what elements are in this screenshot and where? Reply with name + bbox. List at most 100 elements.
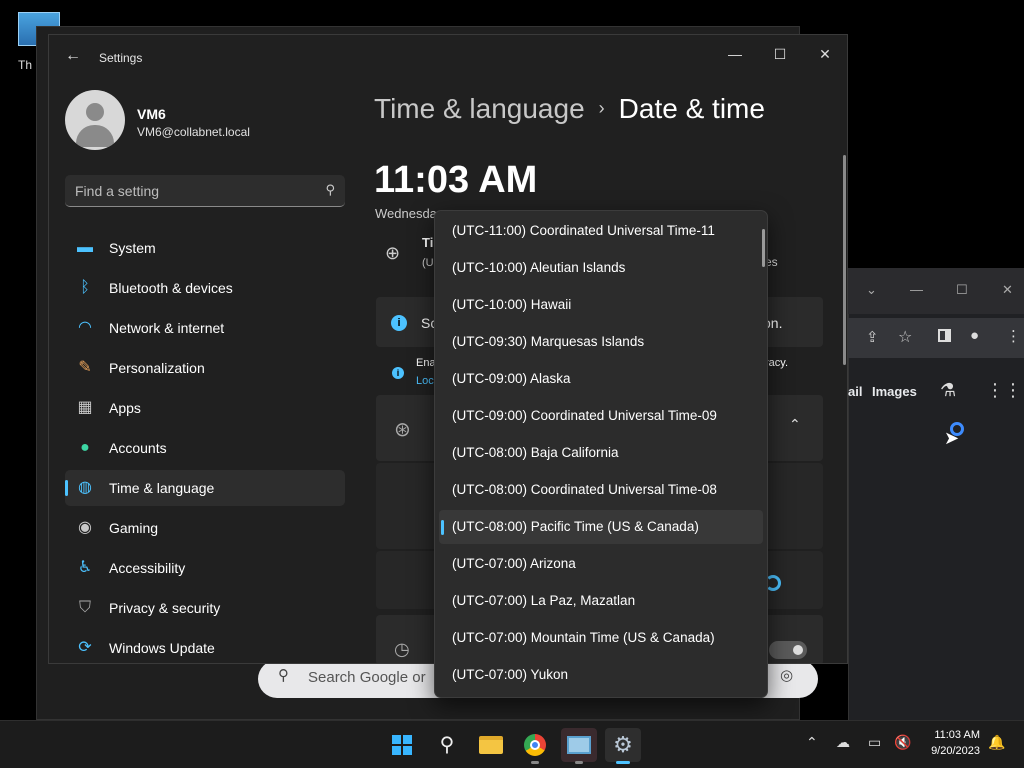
current-date: Wednesda [375, 206, 437, 221]
sidebar-item-network-internet[interactable]: ◠ Network & internet [65, 310, 345, 346]
side-panel-icon[interactable] [938, 329, 951, 342]
time-zone-dropdown[interactable]: (UTC-11:00) Coordinated Universal Time-1… [434, 210, 768, 698]
selected-indicator [441, 520, 444, 535]
taskbar-search-button[interactable]: ⚲ [429, 728, 465, 762]
google-search-placeholder[interactable]: Search Google or [308, 669, 426, 686]
google-apps-icon[interactable]: ⋮⋮⋮ [986, 380, 1024, 401]
time-zone-option[interactable]: (UTC-07:00) La Paz, Mazatlan [439, 584, 763, 618]
sidebar-item-system[interactable]: ▬ System [65, 230, 345, 266]
clock-icon: ◷ [394, 639, 410, 659]
search-icon[interactable]: ⚲ [325, 182, 335, 198]
find-setting-input[interactable] [75, 183, 305, 199]
gear-icon: ⚙ [613, 732, 633, 757]
minimize-button[interactable]: — [715, 41, 755, 67]
google-search-icon: ⚲ [278, 667, 289, 684]
sidebar-item-label: Bluetooth & devices [109, 280, 233, 296]
location-settings-link[interactable]: Loc [416, 375, 434, 387]
wifi-icon: ◠ [78, 319, 92, 336]
notification-bell-icon[interactable]: 🔔 [988, 734, 1005, 751]
back-arrow-icon[interactable]: ← [63, 47, 83, 67]
update-icon: ⟳ [78, 639, 92, 656]
chrome-button[interactable] [517, 728, 553, 764]
apps-icon: ▦ [77, 399, 93, 416]
sidebar-item-personalization[interactable]: ✎ Personalization [65, 350, 345, 386]
time-zone-option[interactable]: (UTC-08:00) Pacific Time (US & Canada) [439, 510, 763, 544]
time-zone-option[interactable]: (UTC-07:00) Mountain Time (US & Canada) [439, 621, 763, 655]
sidebar-item-label: Accessibility [109, 560, 186, 576]
info-small-icon: i [392, 367, 404, 379]
network-icon[interactable]: ▭ [868, 734, 881, 751]
taskbar-clock-time[interactable]: 11:03 AM [930, 729, 980, 741]
content-scrollbar[interactable] [843, 155, 846, 365]
time-zone-icon: ⊛ [394, 419, 411, 441]
time-zone-option[interactable]: (UTC-07:00) Yukon [439, 658, 763, 692]
time-zone-option-label: (UTC-10:00) Aleutian Islands [452, 260, 626, 275]
breadcrumb-parent[interactable]: Time & language [374, 93, 585, 124]
show-hidden-icons-chevron-icon[interactable]: ⌃ [806, 734, 818, 751]
chevron-up-icon[interactable]: ⌃ [789, 416, 801, 433]
globe-clock-icon: ⊕ [385, 243, 401, 263]
sidebar-item-time-language[interactable]: ◍ Time & language [65, 470, 345, 506]
find-setting-box[interactable]: ⚲ [65, 175, 345, 207]
time-zone-option[interactable]: (UTC-09:00) Coordinated Universal Time-0… [439, 399, 763, 433]
volume-muted-icon[interactable]: 🔇 [894, 734, 911, 751]
time-zone-option[interactable]: (UTC-11:00) Coordinated Universal Time-1… [439, 214, 763, 248]
task-manager-button[interactable] [561, 728, 597, 764]
sidebar-item-accounts[interactable]: ● Accounts [65, 430, 345, 466]
time-zone-option-label: (UTC-09:00) Coordinated Universal Time-0… [452, 408, 717, 423]
google-lens-icon[interactable]: ◎ [780, 666, 793, 684]
time-zone-option-label: (UTC-09:30) Marquesas Islands [452, 334, 645, 349]
sidebar-item-apps[interactable]: ▦ Apps [65, 390, 345, 426]
time-zone-option[interactable]: (UTC-08:00) Baja California [439, 436, 763, 470]
time-zone-option[interactable]: (UTC-10:00) Aleutian Islands [439, 251, 763, 285]
taskbar-clock-date[interactable]: 9/20/2023 [920, 745, 980, 757]
close-button[interactable]: ✕ [805, 41, 845, 67]
search-icon: ⚲ [439, 734, 455, 756]
sidebar-item-label: Time & language [109, 480, 215, 496]
chrome-maximize-button[interactable]: ☐ [956, 282, 968, 298]
info-icon: i [391, 315, 407, 331]
sidebar-item-privacy-security[interactable]: ⛉ Privacy & security [65, 590, 345, 626]
avatar[interactable] [65, 90, 125, 150]
profile-icon[interactable]: ● [970, 327, 979, 344]
chrome-tab-search-icon[interactable]: ⌄ [866, 282, 877, 298]
sidebar-item-windows-update[interactable]: ⟳ Windows Update [65, 630, 345, 663]
location-notice-text: Ena [416, 357, 436, 369]
chrome-close-button[interactable]: ✕ [1002, 282, 1013, 298]
share-icon[interactable]: ⇪ [866, 328, 879, 346]
maximize-button[interactable]: ☐ [760, 41, 800, 67]
sidebar-item-accessibility[interactable]: ♿ Accessibility [65, 550, 345, 586]
time-zone-option[interactable]: (UTC-08:00) Coordinated Universal Time-0… [439, 473, 763, 507]
file-explorer-button[interactable] [473, 728, 509, 762]
time-zone-option[interactable]: (UTC-09:00) Alaska [439, 362, 763, 396]
breadcrumb: Time & language › Date & time [374, 93, 765, 125]
timezone-row-title: Ti [422, 235, 434, 250]
images-link[interactable]: Images [872, 384, 917, 399]
folder-icon [479, 736, 503, 754]
sidebar-item-label: Gaming [109, 520, 159, 536]
sidebar-item-bluetooth-devices[interactable]: ᛒ Bluetooth & devices [65, 270, 345, 306]
daylight-saving-toggle[interactable] [769, 641, 807, 659]
sidebar-item-label: Privacy & security [109, 600, 221, 616]
time-zone-option-label: (UTC-07:00) Yukon [452, 667, 569, 682]
gmail-link[interactable]: ail [848, 384, 862, 399]
bluetooth-icon: ᛒ [80, 279, 90, 296]
time-zone-option-label: (UTC-08:00) Baja California [452, 445, 619, 460]
sidebar-item-label: Network & internet [109, 320, 225, 336]
settings-button[interactable]: ⚙ [605, 728, 641, 764]
labs-flask-icon[interactable]: ⚗ [940, 380, 956, 401]
globe-clock-icon: ◍ [78, 479, 92, 496]
chrome-menu-icon[interactable]: ⋮ [1006, 327, 1021, 345]
time-zone-option-label: (UTC-08:00) Coordinated Universal Time-0… [452, 482, 717, 497]
user-email: VM6@collabnet.local [137, 125, 250, 139]
bookmark-star-icon[interactable]: ☆ [898, 327, 912, 347]
time-zone-option[interactable]: (UTC-10:00) Hawaii [439, 288, 763, 322]
sidebar-item-gaming[interactable]: ◉ Gaming [65, 510, 345, 546]
desktop-icon-label: Th [18, 58, 33, 72]
chrome-minimize-button[interactable]: — [910, 282, 923, 297]
shield-icon: ⛉ [78, 599, 91, 616]
time-zone-option[interactable]: (UTC-09:30) Marquesas Islands [439, 325, 763, 359]
onedrive-icon[interactable]: ☁ [836, 734, 850, 751]
time-zone-option[interactable]: (UTC-07:00) Arizona [439, 547, 763, 581]
start-button[interactable] [384, 728, 420, 762]
